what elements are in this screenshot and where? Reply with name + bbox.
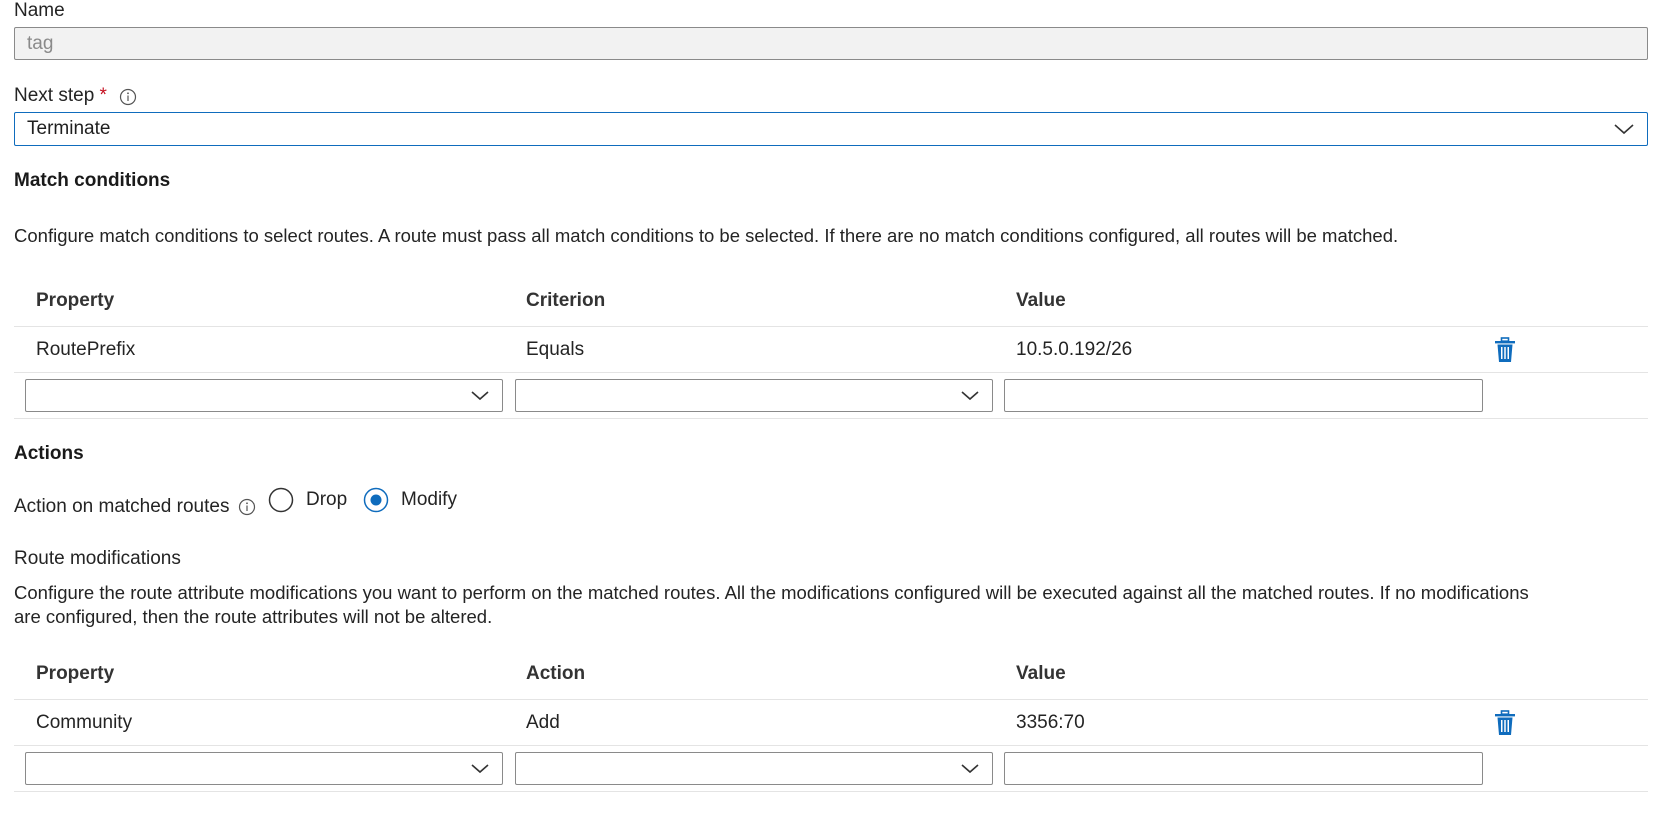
value-input[interactable] bbox=[1004, 379, 1483, 412]
info-icon[interactable] bbox=[119, 88, 137, 106]
table-divider bbox=[14, 745, 1648, 746]
column-header-value: Value bbox=[1016, 290, 1066, 311]
modification-property-select[interactable] bbox=[25, 752, 503, 785]
chevron-down-icon bbox=[961, 764, 979, 774]
column-header-criterion: Criterion bbox=[526, 290, 606, 311]
match-row-criterion: Equals bbox=[526, 339, 585, 360]
route-modifications-heading: Route modifications bbox=[14, 548, 181, 569]
modification-row-property: Community bbox=[36, 712, 133, 733]
match-row-property: RoutePrefix bbox=[36, 339, 136, 360]
modification-row-value: 3356:70 bbox=[1016, 712, 1085, 733]
chevron-down-icon bbox=[1614, 124, 1634, 135]
trash-icon[interactable] bbox=[1494, 337, 1516, 363]
radio-modify[interactable]: Modify bbox=[363, 486, 457, 514]
actions-heading: Actions bbox=[14, 443, 84, 464]
match-conditions-heading: Match conditions bbox=[14, 170, 171, 191]
next-step-label: Next step * bbox=[14, 85, 107, 107]
required-marker: * bbox=[99, 85, 107, 106]
property-select[interactable] bbox=[25, 379, 503, 412]
column-header-value: Value bbox=[1016, 663, 1066, 684]
chevron-down-icon bbox=[471, 764, 489, 774]
table-divider bbox=[14, 699, 1648, 700]
modification-value-input[interactable] bbox=[1004, 752, 1483, 785]
column-header-property: Property bbox=[36, 663, 115, 684]
trash-icon[interactable] bbox=[1494, 710, 1516, 736]
table-divider bbox=[14, 791, 1648, 792]
criterion-select[interactable] bbox=[515, 379, 993, 412]
action-on-matched-routes-label: Action on matched routes bbox=[14, 496, 230, 517]
chevron-down-icon bbox=[471, 391, 489, 401]
radio-checked-icon[interactable] bbox=[363, 487, 389, 513]
column-header-property: Property bbox=[36, 290, 115, 311]
table-divider bbox=[14, 418, 1648, 419]
table-divider bbox=[14, 372, 1648, 373]
radio-drop-label: Drop bbox=[306, 489, 348, 510]
chevron-down-icon bbox=[961, 391, 979, 401]
next-step-value: Terminate bbox=[27, 118, 111, 139]
radio-drop[interactable]: Drop bbox=[268, 486, 347, 514]
match-row-value: 10.5.0.192/26 bbox=[1016, 339, 1133, 360]
route-modifications-description-line1: Configure the route attribute modificati… bbox=[14, 582, 1529, 603]
radio-unchecked-icon[interactable] bbox=[268, 487, 294, 513]
name-label: Name bbox=[14, 0, 65, 21]
match-conditions-description: Configure match conditions to select rou… bbox=[14, 225, 1399, 246]
info-icon[interactable] bbox=[238, 498, 256, 516]
modification-action-select[interactable] bbox=[515, 752, 993, 785]
route-modifications-description-line2: are configured, then the route attribute… bbox=[14, 606, 493, 627]
modification-row-action: Add bbox=[526, 712, 560, 733]
column-header-action: Action bbox=[526, 663, 586, 684]
radio-modify-label: Modify bbox=[401, 489, 457, 510]
table-divider bbox=[14, 326, 1648, 327]
next-step-select[interactable]: Terminate bbox=[14, 112, 1648, 146]
next-step-label-text: Next step bbox=[14, 85, 95, 106]
name-input: tag bbox=[14, 27, 1648, 60]
